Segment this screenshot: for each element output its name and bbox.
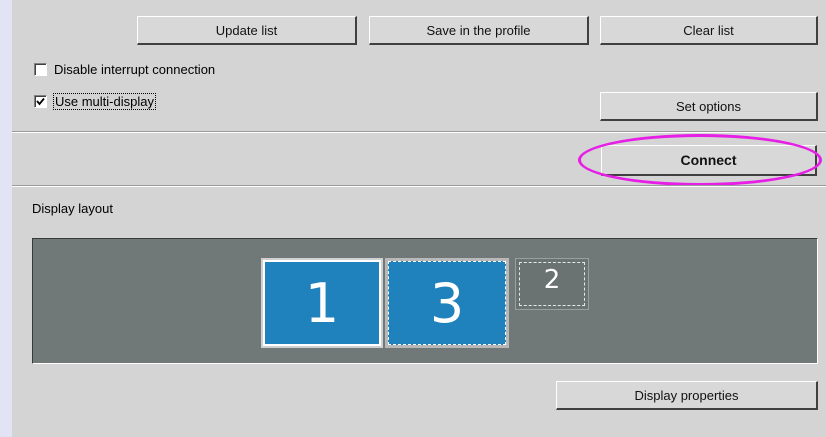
display-properties-button[interactable]: Display properties [556, 381, 818, 410]
update-list-button[interactable]: Update list [137, 16, 357, 45]
display-layout-area: 1 3 2 [32, 238, 818, 364]
disable-interrupt-checkbox[interactable] [34, 63, 47, 76]
save-in-profile-button[interactable]: Save in the profile [369, 16, 589, 45]
disable-interrupt-label: Disable interrupt connection [54, 62, 216, 77]
separator-bottom [12, 185, 826, 187]
separator-top [12, 131, 826, 133]
monitor-2[interactable]: 2 [515, 258, 589, 310]
multi-display-checkbox[interactable] [34, 95, 47, 108]
multi-display-option[interactable]: Use multi-display [34, 93, 156, 110]
connect-button[interactable]: Connect [601, 145, 817, 176]
checkmark-icon [36, 97, 45, 106]
display-layout-title: Display layout [32, 201, 113, 216]
monitor-1-number: 1 [304, 271, 340, 335]
multi-display-label: Use multi-display [53, 93, 156, 110]
disable-interrupt-option[interactable]: Disable interrupt connection [34, 62, 215, 77]
monitor-3[interactable]: 3 [385, 258, 509, 348]
set-options-button[interactable]: Set options [600, 92, 818, 121]
clear-list-button[interactable]: Clear list [600, 16, 818, 45]
monitor-1[interactable]: 1 [261, 258, 383, 348]
monitor-2-number: 2 [543, 265, 561, 295]
monitor-3-number: 3 [429, 271, 465, 335]
